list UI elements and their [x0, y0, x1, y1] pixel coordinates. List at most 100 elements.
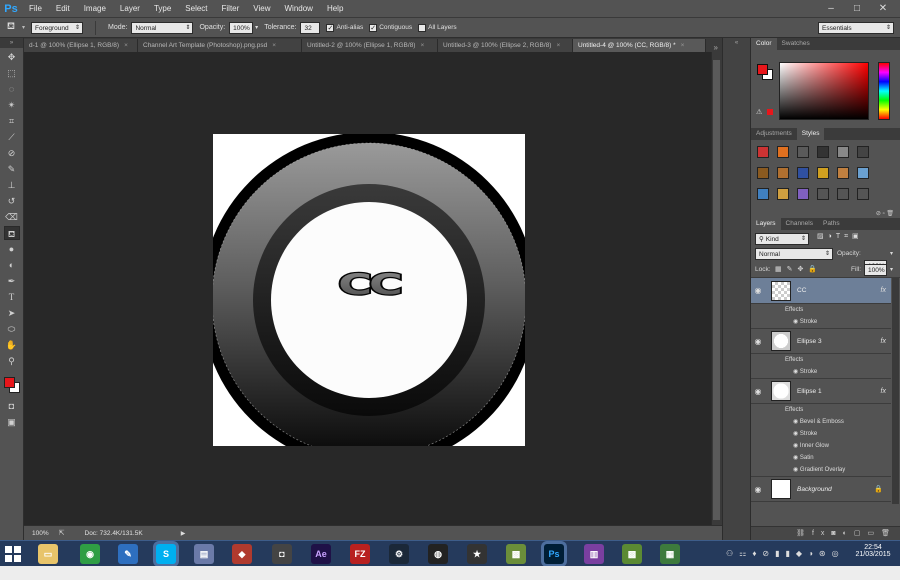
tab-layers[interactable]: Layers	[751, 218, 781, 230]
menu-view[interactable]: View	[246, 0, 277, 18]
close-tab-icon[interactable]: ×	[681, 39, 685, 52]
after-effects-icon[interactable]: Ae	[311, 544, 331, 564]
status-menu-arrow-icon[interactable]: ▶	[181, 530, 186, 537]
contiguous-checkbox[interactable]: ✓	[369, 23, 378, 32]
dodge-tool-icon[interactable]: ◐	[4, 258, 20, 272]
effect-row[interactable]: ◉ Stroke	[751, 428, 891, 440]
menu-select[interactable]: Select	[178, 0, 214, 18]
mode-dropdown[interactable]: Normal ⇕	[131, 21, 194, 34]
fill-source-dropdown[interactable]: Foreground ⇕	[31, 21, 84, 34]
layer-name[interactable]: Ellipse 1	[797, 388, 881, 395]
minecraft-2-icon[interactable]: ▩	[622, 544, 642, 564]
layer-fill-chevron-icon[interactable]: ▾	[890, 266, 893, 273]
effect-eye-icon[interactable]: ◉	[793, 443, 800, 449]
effect-row[interactable]: ◉ Satin	[751, 452, 891, 464]
lock-option-icons[interactable]: ▦✎✥🔒	[775, 265, 822, 273]
tabs-overflow-icon[interactable]: »	[706, 43, 722, 52]
effect-eye-icon[interactable]: ◉	[793, 419, 800, 425]
maximize-button[interactable]: □	[844, 0, 870, 18]
quick-mask-icon[interactable]: ◘	[4, 399, 20, 413]
tab-channels[interactable]: Channels	[781, 218, 818, 230]
system-tray-icons[interactable]: ⚇⚏♦⊘▮▮◆◑⊛◎	[726, 549, 845, 558]
menu-file[interactable]: File	[22, 0, 49, 18]
obs-icon[interactable]: ◍	[428, 544, 448, 564]
document-canvas[interactable]: CC	[213, 134, 525, 446]
style-preset-swatch[interactable]	[797, 146, 809, 158]
menu-filter[interactable]: Filter	[215, 0, 247, 18]
magic-wand-tool-icon[interactable]: ✴	[4, 98, 20, 112]
effects-row[interactable]: Effects	[751, 354, 891, 366]
style-preset-swatch[interactable]	[777, 167, 789, 179]
style-preset-swatch[interactable]	[837, 146, 849, 158]
style-preset-swatch[interactable]	[797, 167, 809, 179]
effects-row[interactable]: Effects	[751, 404, 891, 416]
tab-paths[interactable]: Paths	[818, 218, 845, 230]
tab-color[interactable]: Color	[751, 38, 777, 50]
opacity-chevron-icon[interactable]: ▾	[255, 24, 258, 31]
doc-tab-active[interactable]: Untitled-4 @ 100% (CC, RGB/8) * ×	[573, 39, 706, 52]
minecraft-icon[interactable]: ▩	[506, 544, 526, 564]
doc-tab[interactable]: d-1 @ 100% (Ellipse 1, RGB/8) ×	[24, 39, 138, 52]
layer-opacity-chevron-icon[interactable]: ▾	[890, 250, 893, 257]
layer-fill-input[interactable]: 100%	[864, 264, 887, 276]
eyedropper-tool-icon[interactable]: ⟋	[4, 130, 20, 144]
chrome-icon[interactable]: ◉	[80, 544, 100, 564]
spreadsheet-icon[interactable]: ▦	[660, 544, 680, 564]
menu-type[interactable]: Type	[147, 0, 178, 18]
all-layers-checkbox[interactable]	[418, 23, 427, 32]
close-tab-icon[interactable]: ×	[124, 39, 128, 52]
effect-eye-icon[interactable]: ◉	[793, 455, 800, 461]
style-preset-swatch[interactable]	[837, 188, 849, 200]
type-tool-icon[interactable]: T	[4, 290, 20, 304]
eraser-tool-icon[interactable]: ⌫	[4, 210, 20, 224]
utility-app-icon[interactable]: ▤	[194, 544, 214, 564]
doc-tab[interactable]: Untitled-2 @ 100% (Ellipse 1, RGB/8) ×	[302, 39, 438, 52]
skype-icon[interactable]: S	[156, 544, 176, 564]
foreground-color-swatch[interactable]	[4, 377, 15, 388]
visibility-eye-icon[interactable]: ◉	[751, 485, 765, 494]
style-preset-swatch[interactable]	[857, 146, 869, 158]
effect-eye-icon[interactable]: ◉	[793, 319, 800, 325]
windows-start-icon[interactable]	[5, 546, 21, 562]
layer-name[interactable]: CC	[797, 287, 881, 294]
brush-tool-icon[interactable]: ✎	[4, 162, 20, 176]
visibility-eye-icon[interactable]: ◉	[751, 286, 765, 295]
path-selection-tool-icon[interactable]: ➤	[4, 306, 20, 320]
export-icon[interactable]: ⇱	[59, 529, 65, 537]
style-preset-swatch[interactable]	[837, 167, 849, 179]
close-tab-icon[interactable]: ×	[556, 39, 560, 52]
style-preset-swatch[interactable]	[857, 167, 869, 179]
layer-name[interactable]: Background	[797, 486, 874, 493]
blur-tool-icon[interactable]: ●	[4, 242, 20, 256]
effect-eye-icon[interactable]: ◉	[793, 431, 800, 437]
layer-name[interactable]: Ellipse 3	[797, 338, 881, 345]
minimize-button[interactable]: –	[818, 0, 844, 18]
scrollbar-thumb[interactable]	[713, 60, 720, 520]
screen-mode-icon[interactable]: ▣	[4, 415, 20, 429]
effect-eye-icon[interactable]: ◉	[793, 369, 800, 375]
blend-mode-dropdown[interactable]: Normal ⇕	[755, 248, 833, 260]
tab-styles[interactable]: Styles	[796, 128, 825, 140]
style-preset-swatch[interactable]	[757, 188, 769, 200]
lasso-tool-icon[interactable]: ◌	[4, 82, 20, 96]
style-preset-swatch[interactable]	[777, 188, 789, 200]
layer-row-background[interactable]: ◉ Background 🔒	[751, 476, 891, 502]
game-app-icon[interactable]: ◆	[232, 544, 252, 564]
clone-stamp-tool-icon[interactable]: ⊥	[4, 178, 20, 192]
workspace-dropdown[interactable]: Essentials ⇕	[818, 21, 894, 34]
close-button[interactable]: ✕	[870, 0, 896, 18]
style-preset-swatch[interactable]	[757, 146, 769, 158]
close-tab-icon[interactable]: ×	[420, 39, 424, 52]
marquee-tool-icon[interactable]: ⬚	[4, 66, 20, 80]
move-tool-icon[interactable]: ✥	[4, 50, 20, 64]
effect-row[interactable]: ◉ Stroke	[751, 366, 891, 378]
paint-app-icon[interactable]: ✎	[118, 544, 138, 564]
effect-row[interactable]: ◉ Inner Glow	[751, 440, 891, 452]
tolerance-input[interactable]: 32	[300, 21, 321, 34]
layer-row-ellipse-1[interactable]: ◉ Ellipse 1 fx	[751, 378, 891, 404]
camera-app-icon[interactable]: ◘	[272, 544, 292, 564]
crop-tool-icon[interactable]: ⌗	[4, 114, 20, 128]
photoshop-taskbar-icon[interactable]: Ps	[544, 544, 564, 564]
layers-scrollbar[interactable]	[892, 278, 899, 504]
menu-edit[interactable]: Edit	[49, 0, 77, 18]
